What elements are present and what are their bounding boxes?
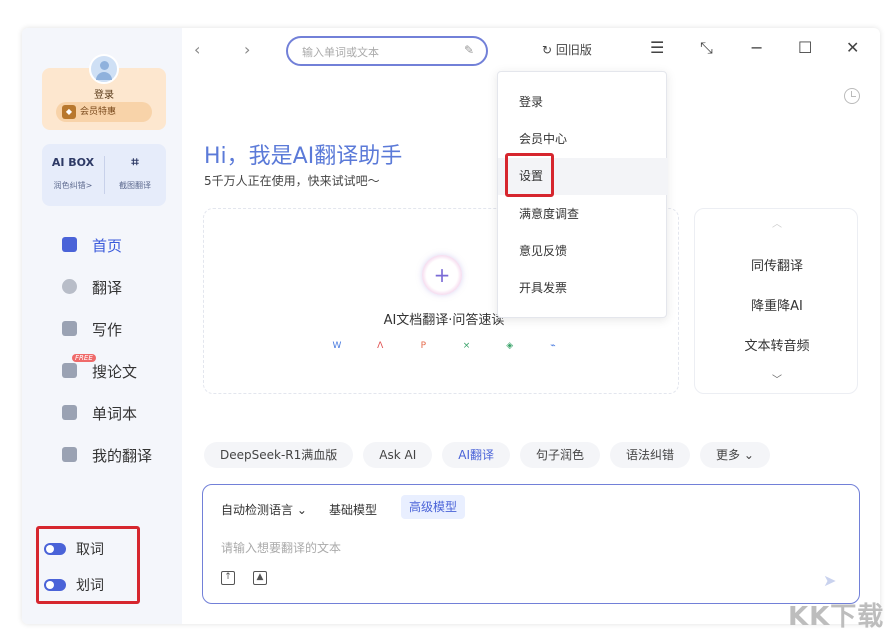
pen-icon (62, 321, 77, 336)
sidebar-item-label: 首页 (92, 236, 123, 255)
old-version-button[interactable]: ↻ 回旧版 (542, 41, 592, 58)
forward-icon[interactable]: › (244, 40, 250, 59)
chip-sentence-polish[interactable]: 句子润色 (520, 442, 601, 468)
highlight-box-settings (505, 153, 554, 197)
search-placeholder: 输入单词或文本 (302, 46, 379, 59)
translate-input-box[interactable]: 自动检测语言 ⌄ 基础模型 高级模型 请输入想要翻译的文本 ↑ ▲ ➤ (202, 484, 860, 604)
chevron-up-icon[interactable]: ︿ (695, 215, 859, 230)
sidebar-item-my-translations[interactable]: 我的翻译 (22, 434, 182, 476)
sidebar-item-label: 搜论文 (92, 362, 138, 381)
refresh-icon: ↻ (542, 43, 556, 57)
translate-icon (62, 279, 77, 294)
menu-item-login[interactable]: 登录 (498, 84, 668, 121)
crop-icon: ⌗ (131, 155, 139, 170)
excel-icon: × (462, 341, 471, 351)
sidebar-item-label: 我的翻译 (92, 446, 153, 465)
chip-ask-ai[interactable]: Ask AI (363, 442, 433, 468)
sidebar-item-label: 写作 (92, 320, 123, 339)
minimize-icon[interactable]: − (750, 38, 763, 57)
feature-card: ︿ 同传翻译 降重降AI 文本转音频 ﹀ (694, 208, 858, 394)
chip-grammar-check[interactable]: 语法纠错 (610, 442, 691, 468)
menu-item-survey[interactable]: 满意度调查 (498, 196, 668, 233)
menu-icon[interactable]: ☰ (650, 38, 664, 57)
sidebar-item-translate[interactable]: 翻译 (22, 266, 182, 308)
watermark: KK下载 (788, 602, 885, 632)
menu-item-invoice[interactable]: 开具发票 (498, 270, 668, 307)
search-input[interactable]: 输入单词或文本 ✎ (286, 36, 488, 66)
screenshot-translate-tool[interactable]: ⌗ 截图翻译 (104, 152, 166, 191)
screen: 登录 ◆ 会员特惠 AI BOX 润色纠错> ⌗ 截图翻译 首页 翻译 写作 F… (0, 0, 893, 633)
app-window: 登录 ◆ 会员特惠 AI BOX 润色纠错> ⌗ 截图翻译 首页 翻译 写作 F… (22, 28, 880, 624)
language-select[interactable]: 自动检测语言 ⌄ (221, 501, 307, 518)
simultaneous-interpretation-link[interactable]: 同传翻译 (695, 255, 859, 274)
old-version-label: 回旧版 (555, 43, 592, 57)
sidebar-item-wordbook[interactable]: 单词本 (22, 392, 182, 434)
free-badge: FREE (72, 354, 96, 362)
chevron-down-icon[interactable]: ﹀ (695, 371, 859, 386)
chip-ai-translate[interactable]: AI翻译 (442, 442, 510, 468)
word-icon: W (332, 341, 342, 351)
login-card[interactable]: 登录 ◆ 会员特惠 (42, 54, 166, 130)
advanced-model-tab[interactable]: 高级模型 (401, 495, 466, 519)
pdf-icon: ᐱ (377, 341, 384, 351)
send-icon[interactable]: ➤ (823, 571, 836, 590)
plus-icon[interactable]: + (422, 255, 462, 295)
mode-chips: DeepSeek-R1满血版 Ask AI AI翻译 句子润色 语法纠错 更多 … (204, 442, 770, 468)
back-icon[interactable]: ‹ (194, 40, 200, 59)
menu-item-feedback[interactable]: 意见反馈 (498, 233, 668, 270)
paper-icon (62, 363, 77, 378)
translate-input-placeholder[interactable]: 请输入想要翻译的文本 (221, 539, 341, 556)
topbar: ‹ › 输入单词或文本 ✎ ↻ 回旧版 ☰ ⤡ − ☐ ✕ (182, 28, 880, 74)
home-icon (62, 237, 77, 252)
reduce-ai-link[interactable]: 降重降AI (695, 295, 859, 314)
history-icon (62, 447, 77, 462)
sidebar-item-home[interactable]: 首页 (22, 224, 182, 266)
close-icon[interactable]: ✕ (846, 38, 859, 57)
notebook-icon (62, 405, 77, 420)
sidebar-item-label: 翻译 (92, 278, 123, 297)
page-subtitle: 5千万人正在使用，快来试试吧～ (204, 174, 380, 188)
mini-mode-icon[interactable]: ⤡ (700, 38, 713, 58)
highlight-box-toggles (36, 526, 140, 604)
sidebar-item-search-paper[interactable]: FREE 搜论文 (22, 350, 182, 392)
page-title: Hi，我是AI翻译助手 (204, 144, 403, 169)
screenshot-translate-label: 截图翻译 (119, 181, 151, 190)
avatar[interactable] (89, 54, 119, 84)
vip-offer-button[interactable]: ◆ 会员特惠 (56, 102, 152, 122)
image-icon: ⌁ (550, 341, 556, 351)
chip-deepseek[interactable]: DeepSeek-R1满血版 (204, 442, 354, 468)
text-to-audio-link[interactable]: 文本转音频 (695, 335, 859, 354)
sidebar-item-label: 单词本 (92, 404, 138, 423)
tools-card: AI BOX 润色纠错> ⌗ 截图翻译 (42, 144, 166, 206)
history-clock-icon[interactable] (844, 88, 860, 104)
sidebar: 登录 ◆ 会员特惠 AI BOX 润色纠错> ⌗ 截图翻译 首页 翻译 写作 F… (22, 28, 182, 624)
diamond-icon: ◆ (62, 105, 76, 119)
chip-more[interactable]: 更多 ⌄ (700, 442, 770, 468)
image-upload-icon[interactable]: ▲ (253, 571, 267, 585)
login-label[interactable]: 登录 (42, 86, 166, 101)
maximize-icon[interactable]: ☐ (798, 38, 812, 57)
basic-model-tab[interactable]: 基础模型 (329, 501, 377, 518)
vip-label: 会员特惠 (80, 107, 117, 117)
ai-box-icon: AI BOX (51, 156, 95, 169)
handwrite-icon[interactable]: ✎ (464, 43, 474, 57)
upload-file-icon[interactable]: ↑ (221, 571, 235, 585)
ai-box-label: 润色纠错> (53, 181, 93, 190)
file-type-icons: W ᐱ P × ◈ ⌁ (330, 341, 560, 351)
upload-label: AI文档翻译·问答速读 (383, 313, 505, 328)
sidebar-nav: 首页 翻译 写作 FREE 搜论文 单词本 我的翻译 (22, 224, 182, 476)
sidebar-item-writing[interactable]: 写作 (22, 308, 182, 350)
ai-box-tool[interactable]: AI BOX 润色纠错> (42, 152, 104, 191)
ppt-icon: P (420, 341, 427, 351)
ofd-icon: ◈ (506, 341, 514, 351)
